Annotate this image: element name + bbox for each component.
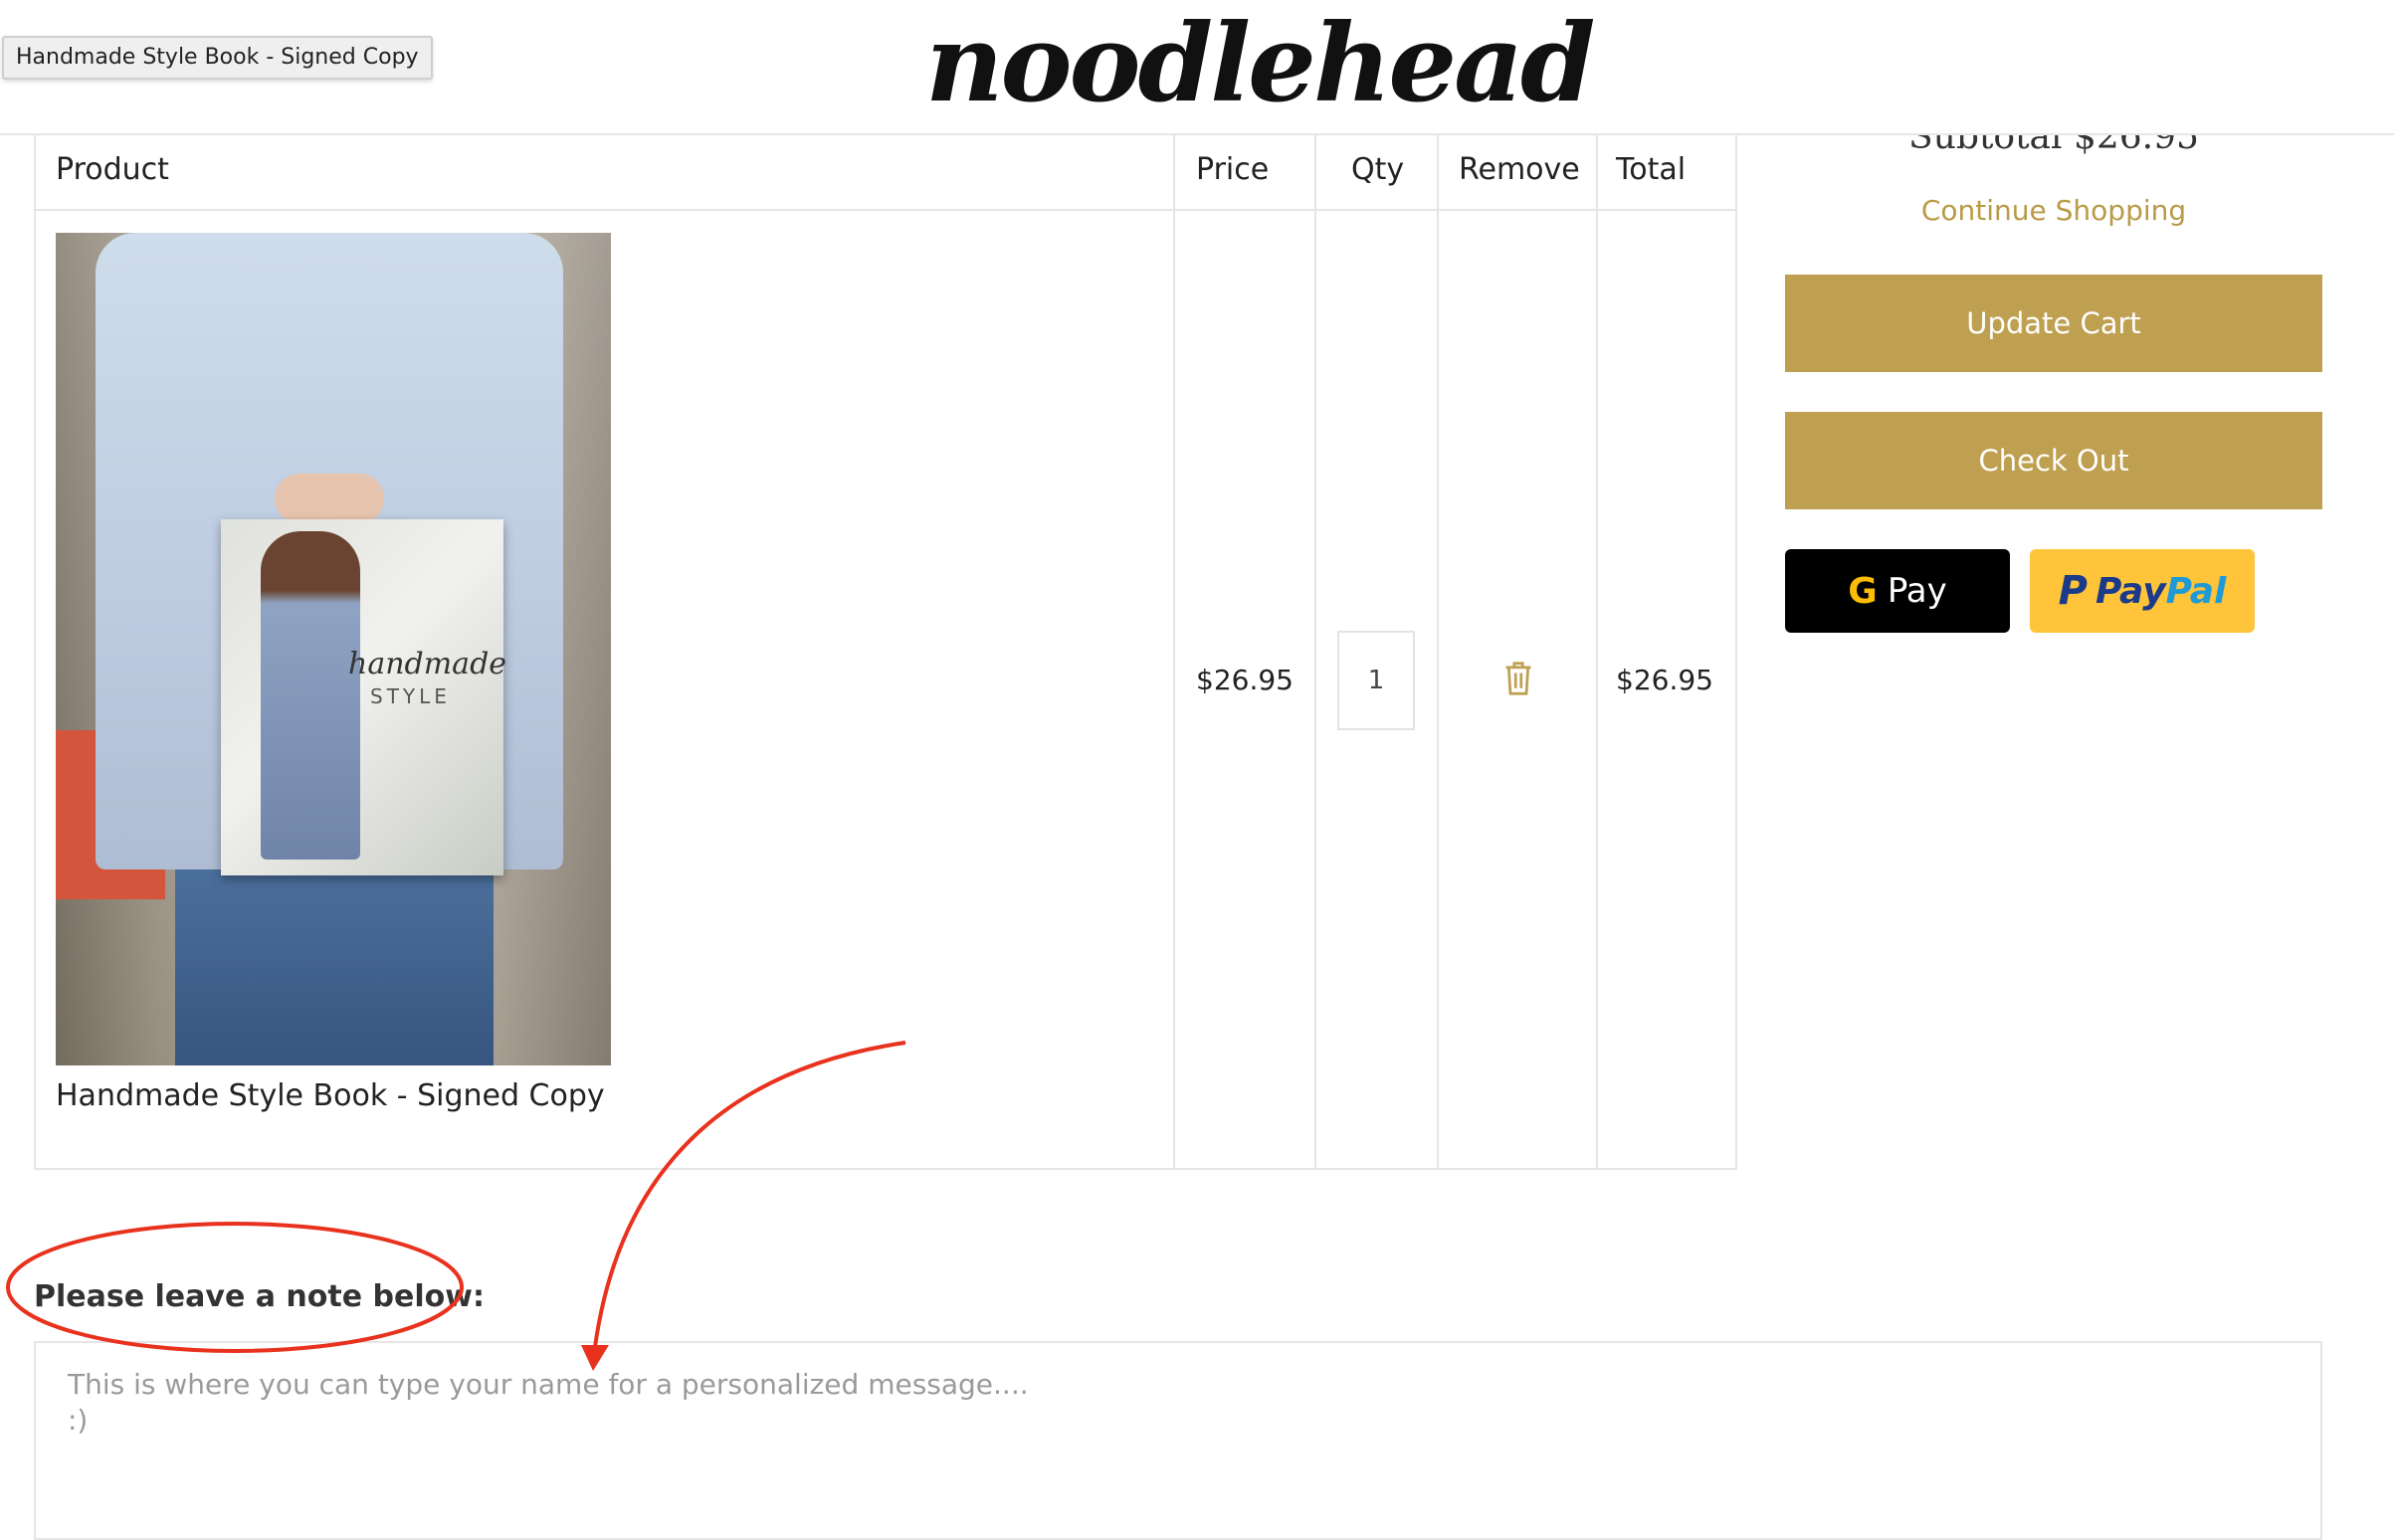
column-divider <box>1437 133 1439 1168</box>
google-pay-label: Pay <box>1887 571 1947 611</box>
google-pay-button[interactable]: G Pay <box>1785 549 2010 633</box>
product-tooltip: Handmade Style Book - Signed Copy <box>2 36 433 80</box>
site-logo[interactable]: noodlehead <box>925 8 1596 119</box>
note-label: Please leave a note below: <box>34 1279 485 1314</box>
google-g-icon: G <box>1848 570 1878 612</box>
column-header-price: Price <box>1196 152 1270 187</box>
photo-book-cover: handmade STYLE <box>221 519 507 875</box>
book-cover-figure <box>261 531 360 860</box>
item-price: $26.95 <box>1196 664 1294 696</box>
continue-shopping-link[interactable]: Continue Shopping <box>1785 189 2322 233</box>
book-cover-title: handmade <box>348 647 507 681</box>
column-header-total: Total <box>1616 152 1687 187</box>
photo-hand <box>275 474 384 523</box>
photo-jeans <box>175 869 494 1065</box>
update-cart-button[interactable]: Update Cart <box>1785 275 2322 372</box>
paypal-p-icon: P <box>2058 568 2088 614</box>
book-cover-subtitle: STYLE <box>370 684 451 708</box>
column-divider <box>1173 133 1175 1168</box>
paypal-logo-text: PayPal <box>2095 570 2227 612</box>
column-divider <box>1596 133 1598 1168</box>
column-divider <box>1314 133 1316 1168</box>
product-name-link[interactable]: Handmade Style Book - Signed Copy <box>56 1074 605 1118</box>
trash-icon[interactable] <box>1501 661 1535 696</box>
check-out-button[interactable]: Check Out <box>1785 412 2322 509</box>
paypal-button[interactable]: P PayPal <box>2030 549 2255 633</box>
column-header-qty: Qty <box>1351 152 1405 187</box>
order-note-textarea[interactable] <box>34 1341 2322 1540</box>
item-total: $26.95 <box>1616 664 1713 696</box>
product-image[interactable]: handmade STYLE <box>56 233 611 1065</box>
cart-table: Product Price Qty Remove Total handmade … <box>34 133 1737 1170</box>
quantity-input[interactable] <box>1337 631 1415 730</box>
column-header-remove: Remove <box>1459 152 1580 187</box>
header-row-divider <box>36 209 1735 211</box>
column-header-product: Product <box>56 152 169 187</box>
